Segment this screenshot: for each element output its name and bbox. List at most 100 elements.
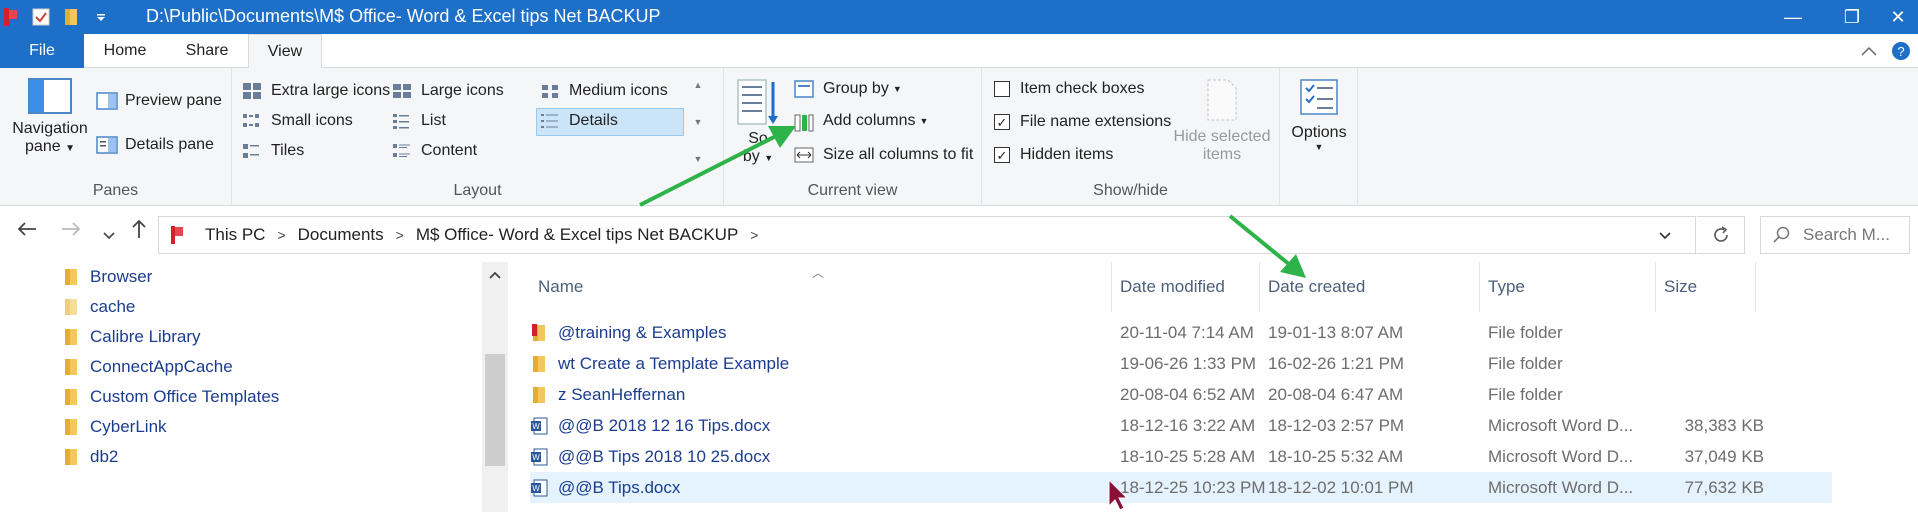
help-icon[interactable]: ? [1884,41,1918,61]
column-header-size[interactable]: Size [1656,262,1756,312]
details-pane-label: Details pane [125,136,214,153]
title-bar: D:\Public\Documents\M$ Office- Word & Ex… [0,0,1918,34]
gallery-up-icon[interactable]: ▲ [694,80,703,90]
up-arrow-icon [132,219,146,238]
dropdown-icon: ▼ [764,153,774,163]
gallery-more-icon[interactable]: ▼ [694,154,703,164]
file-name-extensions-label: File name extensions [1020,113,1172,130]
scroll-up-icon[interactable] [482,262,508,288]
nav-item-cache[interactable]: cache [62,292,135,322]
layout-list[interactable]: List [392,112,446,130]
back-button[interactable] [16,218,38,246]
layout-extra-large-icons[interactable]: Extra large icons [242,82,390,100]
layout-medium-icons[interactable]: Medium icons [540,82,668,100]
layout-tiles[interactable]: Tiles [242,142,304,160]
navigation-pane-button[interactable]: Navigation pane ▼ [8,78,92,176]
breadcrumb-documents[interactable]: Documents [298,225,384,245]
column-header-date-modified[interactable]: Date modified [1112,262,1260,312]
column-header-type[interactable]: Type [1480,262,1656,312]
tab-home[interactable]: Home [92,34,158,68]
file-name-extensions-toggle[interactable]: ✓ File name extensions [994,113,1171,131]
size-all-columns-button[interactable]: Size all columns to fit [794,146,973,164]
gallery-down-icon[interactable]: ▼ [694,117,703,127]
file-row[interactable]: @training & Examples 20-11-04 7:14 AM 19… [530,317,1832,348]
new-folder-quick-icon[interactable] [60,6,82,28]
nav-item-calibre-library[interactable]: Calibre Library [62,322,201,352]
add-columns-button[interactable]: Add columns ▼ [794,112,928,132]
forward-button[interactable] [60,218,82,246]
forward-arrow-icon [62,222,81,236]
large-icons-icon [392,82,414,100]
tab-view[interactable]: View [248,34,322,69]
options-button[interactable]: Options ▼ [1284,78,1354,152]
recent-locations-button[interactable] [102,222,116,248]
navigation-pane-label-2: pane [25,138,61,155]
nav-pane-scrollbar[interactable] [482,262,508,512]
file-row[interactable]: W @@B Tips.docx 18-12-25 10:23 PM 18-12-… [530,472,1832,503]
layout-gallery-scroll[interactable]: ▲ ▼ ▼ [688,80,708,164]
refresh-button[interactable] [1697,216,1745,254]
column-header-name[interactable]: Name [530,262,1112,312]
breadcrumb-current-folder[interactable]: M$ Office- Word & Excel tips Net BACKUP [416,225,738,245]
file-row[interactable]: z SeanHeffernan 20-08-04 6:52 AM 20-08-0… [530,379,1832,410]
customize-quick-access-icon[interactable] [90,6,112,28]
layout-details[interactable]: Details [540,112,618,130]
search-placeholder: Search M... [1803,225,1890,244]
file-row[interactable]: W @@B 2018 12 16 Tips.docx 18-12-16 3:22… [530,410,1832,441]
nav-item-browser[interactable]: Browser [62,262,152,292]
file-modified: 19-06-26 1:33 PM [1120,353,1257,373]
folder-icon [62,419,80,435]
hide-selected-items-button[interactable]: Hide selected items [1170,78,1274,164]
column-header-date-created[interactable]: Date created [1260,262,1480,312]
layout-small-icons[interactable]: Small icons [242,112,353,130]
details-pane-button[interactable]: Details pane [96,136,214,154]
close-button[interactable]: ✕ [1878,0,1918,34]
up-button[interactable] [128,218,150,246]
item-check-boxes-label: Item check boxes [1020,80,1145,97]
minimize-ribbon-icon[interactable] [1854,46,1884,56]
tab-share[interactable]: Share [172,34,242,68]
file-row[interactable]: wt Create a Template Example 19-06-26 1:… [530,348,1832,379]
chevron-right-icon[interactable]: > [396,227,404,243]
nav-item-connectappcache[interactable]: ConnectAppCache [62,352,233,382]
item-check-boxes-checkbox[interactable] [994,81,1010,97]
address-history-button[interactable] [1635,217,1695,253]
nav-item-custom-office-templates[interactable]: Custom Office Templates [62,382,279,412]
search-box[interactable]: Search M... [1760,216,1910,254]
file-list: ︿ Name Date modified Date created Type S… [508,262,1918,512]
scroll-thumb[interactable] [485,354,505,466]
breadcrumb-this-pc[interactable]: This PC [205,225,265,245]
preview-pane-button[interactable]: Preview pane [96,92,222,110]
folder-icon [62,359,80,375]
nav-item-cyberlink[interactable]: CyberLink [62,412,167,442]
chevron-right-icon[interactable]: > [277,227,285,243]
search-icon [1773,226,1791,244]
tab-file[interactable]: File [0,34,84,68]
minimize-button[interactable]: — [1758,0,1828,34]
properties-quick-icon[interactable] [30,6,52,28]
folder-icon [62,389,80,405]
list-icon [392,112,414,130]
hidden-items-checkbox[interactable]: ✓ [994,147,1010,163]
sort-by-button[interactable]: So by ▼ [734,78,782,178]
chevron-right-icon[interactable]: > [750,227,758,243]
options-icon [1299,78,1339,116]
file-row[interactable]: W @@B Tips 2018 10 25.docx 18-10-25 5:28… [530,441,1832,472]
nav-item-db2[interactable]: db2 [62,442,118,472]
address-bar[interactable]: This PC > Documents > M$ Office- Word & … [158,216,1696,254]
large-icons-label: Large icons [421,82,504,99]
layout-content[interactable]: Content [392,142,477,160]
hidden-items-label: Hidden items [1020,146,1114,163]
file-name-extensions-checkbox[interactable]: ✓ [994,114,1010,130]
hide-selected-label: Hide selected [1173,128,1271,145]
file-created: 18-12-03 2:57 PM [1268,415,1405,435]
group-by-button[interactable]: Group by ▼ [794,80,902,98]
file-created: 18-10-25 5:32 AM [1268,446,1404,466]
explorer-app-icon[interactable] [0,6,22,28]
item-check-boxes-toggle[interactable]: Item check boxes [994,80,1145,98]
show-hide-group: Item check boxes ✓ File name extensions … [982,68,1280,206]
hidden-items-toggle[interactable]: ✓ Hidden items [994,146,1113,164]
layout-large-icons[interactable]: Large icons [392,82,504,100]
file-type: File folder [1488,322,1563,342]
maximize-button[interactable]: ❐ [1828,0,1876,34]
